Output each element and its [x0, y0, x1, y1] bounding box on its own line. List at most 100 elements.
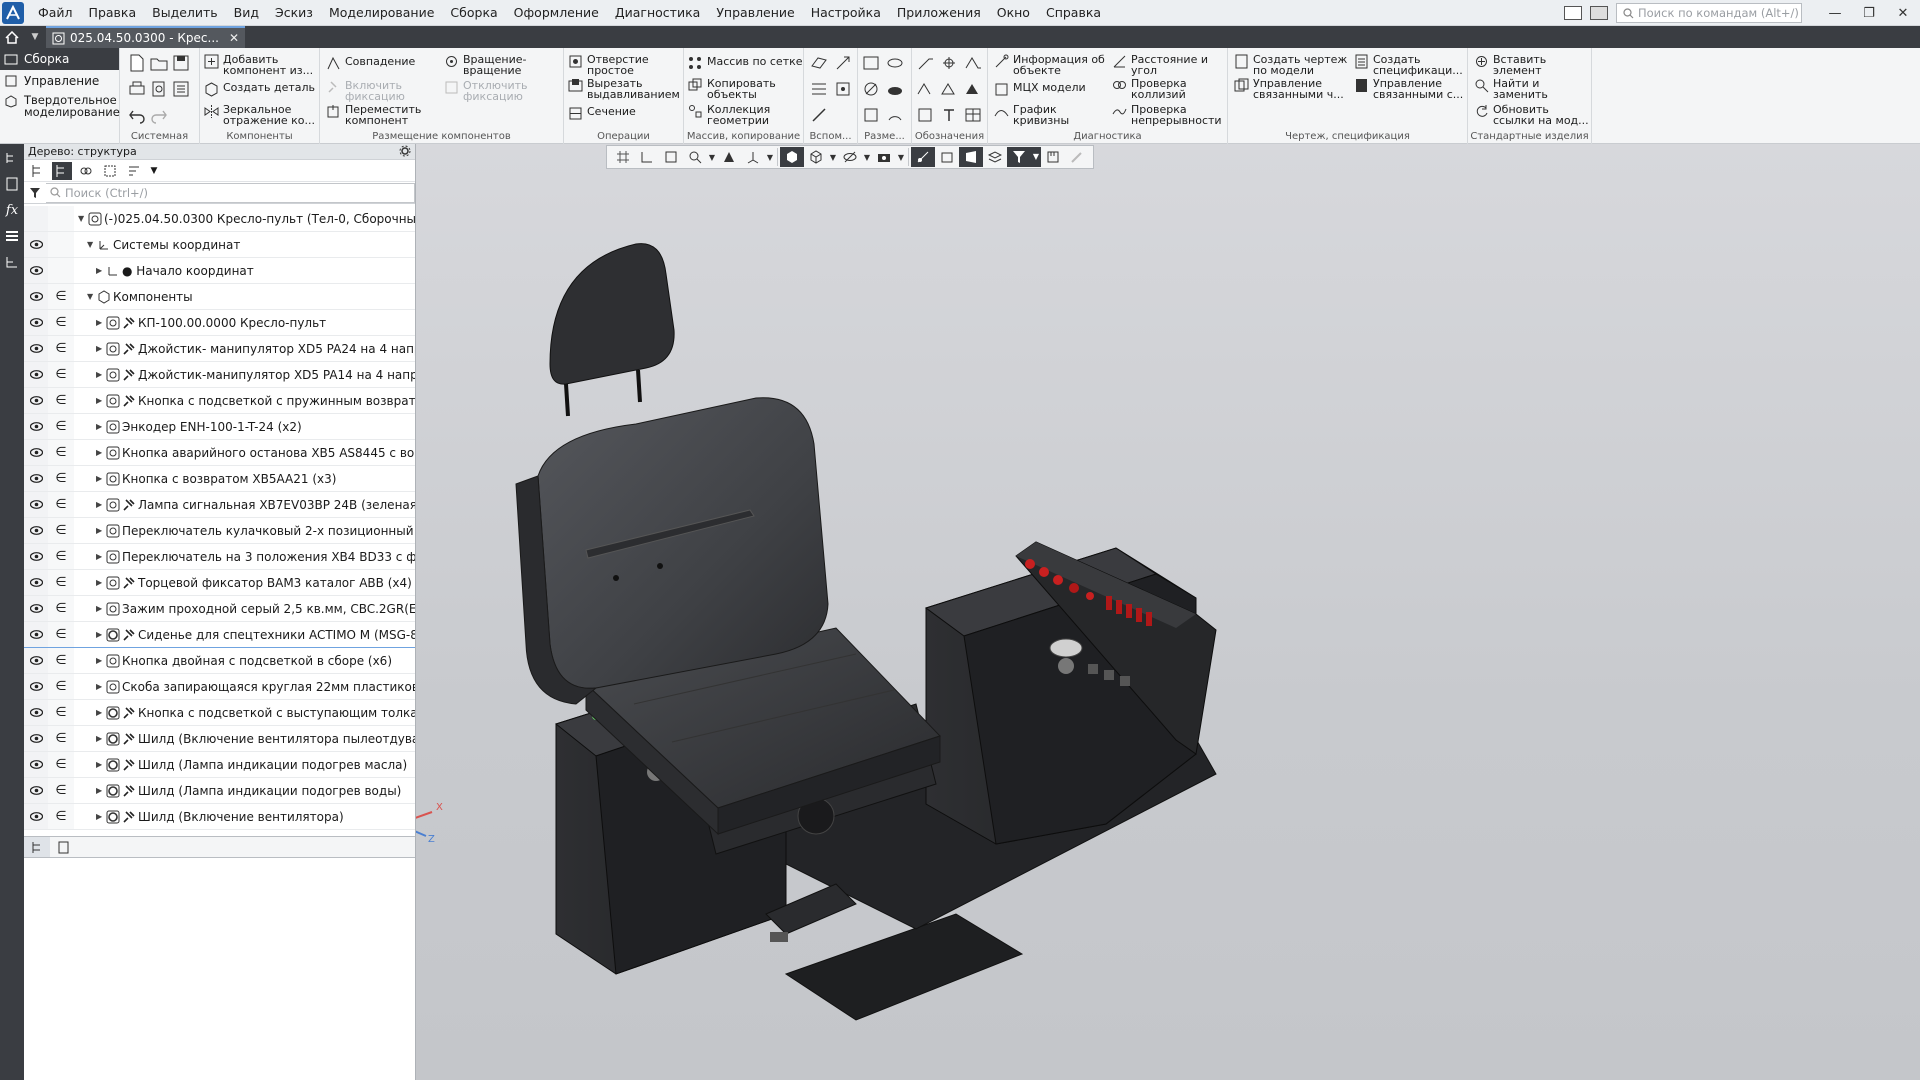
curvature-graph-button[interactable]: График кривизны	[994, 104, 1069, 126]
include-in-calc-icon[interactable]: ∈	[48, 674, 74, 699]
expand-arrow-icon[interactable]: ▼	[87, 240, 97, 249]
manage-linked-specs-button[interactable]: Управление связанными с...	[1354, 78, 1463, 100]
minimize-button[interactable]: —	[1818, 0, 1852, 26]
visibility-eye-icon[interactable]	[24, 674, 48, 699]
menu-item-2[interactable]: Выделить	[144, 0, 226, 26]
tree-row[interactable]: ∈ ▶ Шилд (Включение вентилятора пылеотдува…	[24, 726, 415, 752]
tree-row[interactable]: ▶ ● Начало координат	[24, 258, 415, 284]
menu-item-5[interactable]: Моделирование	[321, 0, 442, 26]
radial-dimension-icon[interactable]	[886, 54, 904, 72]
visibility-eye-icon[interactable]	[24, 648, 48, 673]
include-in-calc-icon[interactable]: ∈	[48, 752, 74, 777]
visibility-eye-icon[interactable]	[24, 440, 48, 465]
expand-arrow-icon[interactable]: ▶	[96, 344, 106, 353]
mode-management[interactable]: Управление	[0, 70, 119, 92]
menu-item-4[interactable]: Эскиз	[267, 0, 321, 26]
visibility-eye-icon[interactable]	[24, 362, 48, 387]
tree-row[interactable]: ∈ ▼ Компоненты	[24, 284, 415, 310]
table-icon[interactable]	[964, 106, 982, 124]
base-icon[interactable]	[940, 54, 958, 72]
weld-icon[interactable]	[940, 80, 958, 98]
visibility-eye-icon[interactable]	[24, 570, 48, 595]
find-replace-button[interactable]: Найти и заменить	[1474, 78, 1548, 100]
tree-search-input[interactable]: Поиск (Ctrl+/)	[46, 182, 415, 203]
include-in-calc-icon[interactable]: ∈	[48, 518, 74, 543]
command-search-input[interactable]: Поиск по командам (Alt+/)	[1616, 3, 1802, 23]
tree-structure-icon[interactable]	[28, 162, 48, 180]
chevron-down-icon[interactable]: ▼	[148, 162, 160, 180]
visibility-eye-icon[interactable]	[24, 700, 48, 725]
tree-row[interactable]: ∈ ▶ Переключатель на 3 положения XB4 BD33 …	[24, 544, 415, 570]
expand-arrow-icon[interactable]: ▶	[96, 734, 106, 743]
variables-fx-icon[interactable]: fx	[0, 198, 24, 222]
layers-icon[interactable]	[0, 224, 24, 248]
expand-arrow-icon[interactable]: ▼	[78, 214, 88, 223]
3d-viewport[interactable]: ▼ ▼ ▼ ▼ ▼ ▼ X Z	[416, 144, 1920, 1080]
expand-arrow-icon[interactable]: ▶	[96, 318, 106, 327]
grid-array-button[interactable]: Массив по сетке	[688, 56, 803, 71]
visibility-eye-icon[interactable]	[24, 310, 48, 335]
object-info-button[interactable]: Информация об объекте	[994, 54, 1105, 76]
insert-element-button[interactable]: Вставить элемент	[1474, 54, 1546, 76]
tree-tab-structure[interactable]	[24, 837, 50, 857]
tree-tab-properties[interactable]	[50, 837, 76, 857]
leader-icon[interactable]	[916, 54, 934, 72]
point-icon[interactable]	[834, 80, 852, 98]
visibility-eye-icon[interactable]	[24, 622, 48, 647]
tree-row[interactable]: ▼ Системы координат	[24, 232, 415, 258]
expand-arrow-icon[interactable]: ▶	[96, 552, 106, 561]
mode-assembly[interactable]: Сборка	[0, 48, 119, 70]
menu-item-13[interactable]: Справка	[1038, 0, 1109, 26]
visibility-eye-icon[interactable]	[24, 752, 48, 777]
close-tab-icon[interactable]: ✕	[229, 31, 239, 45]
visibility-eye-icon[interactable]	[24, 336, 48, 361]
rotation-button[interactable]: Вращение-вращение	[444, 54, 526, 76]
axis-icon[interactable]	[834, 54, 852, 72]
include-cell[interactable]	[48, 258, 74, 283]
preview-icon[interactable]	[150, 80, 168, 98]
include-in-calc-icon[interactable]: ∈	[48, 336, 74, 361]
app-logo-icon[interactable]	[2, 1, 24, 24]
include-in-calc-icon[interactable]: ∈	[48, 310, 74, 335]
visibility-eye-icon[interactable]	[24, 232, 48, 257]
home-icon[interactable]	[0, 26, 24, 48]
menu-item-3[interactable]: Вид	[226, 0, 267, 26]
expand-arrow-icon[interactable]: ▶	[96, 630, 106, 639]
include-in-calc-icon[interactable]: ∈	[48, 466, 74, 491]
save-icon[interactable]	[172, 54, 190, 72]
tree-row[interactable]: ∈ ▶ Скоба запирающаяся круглая 22мм пласти…	[24, 674, 415, 700]
menu-item-0[interactable]: Файл	[30, 0, 81, 26]
move-component-button[interactable]: Переместить компонент	[326, 104, 421, 126]
include-in-calc-icon[interactable]: ∈	[48, 570, 74, 595]
copy-objects-button[interactable]: Копировать объекты	[688, 78, 776, 100]
visibility-eye-icon[interactable]	[24, 284, 48, 309]
tree-row[interactable]: ∈ ▶ Шилд (Лампа индикации подогрев воды)	[24, 778, 415, 804]
add-component-button[interactable]: Добавить компонент из...	[204, 54, 313, 76]
tree-row[interactable]: ∈ ▶ Кнопка с возвратом XB5AA21 (x3)	[24, 466, 415, 492]
angle-dimension-icon[interactable]	[886, 80, 904, 98]
expand-arrow-icon[interactable]: ▶	[96, 760, 106, 769]
tree-row[interactable]: ∈ ▶ Джойстик-манипулятор XD5 PA14 на 4 нап…	[24, 362, 415, 388]
cut-extrude-button[interactable]: Вырезать выдавливанием	[568, 78, 680, 100]
expand-arrow-icon[interactable]: ▶	[96, 526, 106, 535]
new-document-icon[interactable]	[128, 54, 146, 72]
expand-arrow-icon[interactable]: ▶	[96, 370, 106, 379]
tree-select-icon[interactable]	[100, 162, 120, 180]
expand-arrow-icon[interactable]: ▶	[96, 422, 106, 431]
include-in-calc-icon[interactable]: ∈	[48, 544, 74, 569]
tree-row[interactable]: ∈ ▶ КП-100.00.0000 Кресло-пульт	[24, 310, 415, 336]
properties-icon[interactable]	[172, 80, 190, 98]
chamfer-dimension-icon[interactable]	[862, 106, 880, 124]
include-in-calc-icon[interactable]: ∈	[48, 492, 74, 517]
distance-angle-button[interactable]: Расстояние и угол	[1112, 54, 1208, 76]
tree-row[interactable]: ∈ ▶ Энкодер ENH-100-1-T-24 (x2)	[24, 414, 415, 440]
expand-arrow-icon[interactable]: ▶	[96, 578, 106, 587]
menu-item-7[interactable]: Оформление	[506, 0, 607, 26]
visibility-eye-icon[interactable]	[24, 414, 48, 439]
include-in-calc-icon[interactable]: ∈	[48, 414, 74, 439]
menu-item-12[interactable]: Окно	[989, 0, 1038, 26]
tree-row[interactable]: ∈ ▶ Шилд (Лампа индикации подогрев масла)	[24, 752, 415, 778]
tree-row[interactable]: ∈ ▶ Зажим проходной серый 2,5 кв.мм, CBC.2…	[24, 596, 415, 622]
visibility-eye-icon[interactable]	[24, 544, 48, 569]
tree-links-icon[interactable]	[76, 162, 96, 180]
